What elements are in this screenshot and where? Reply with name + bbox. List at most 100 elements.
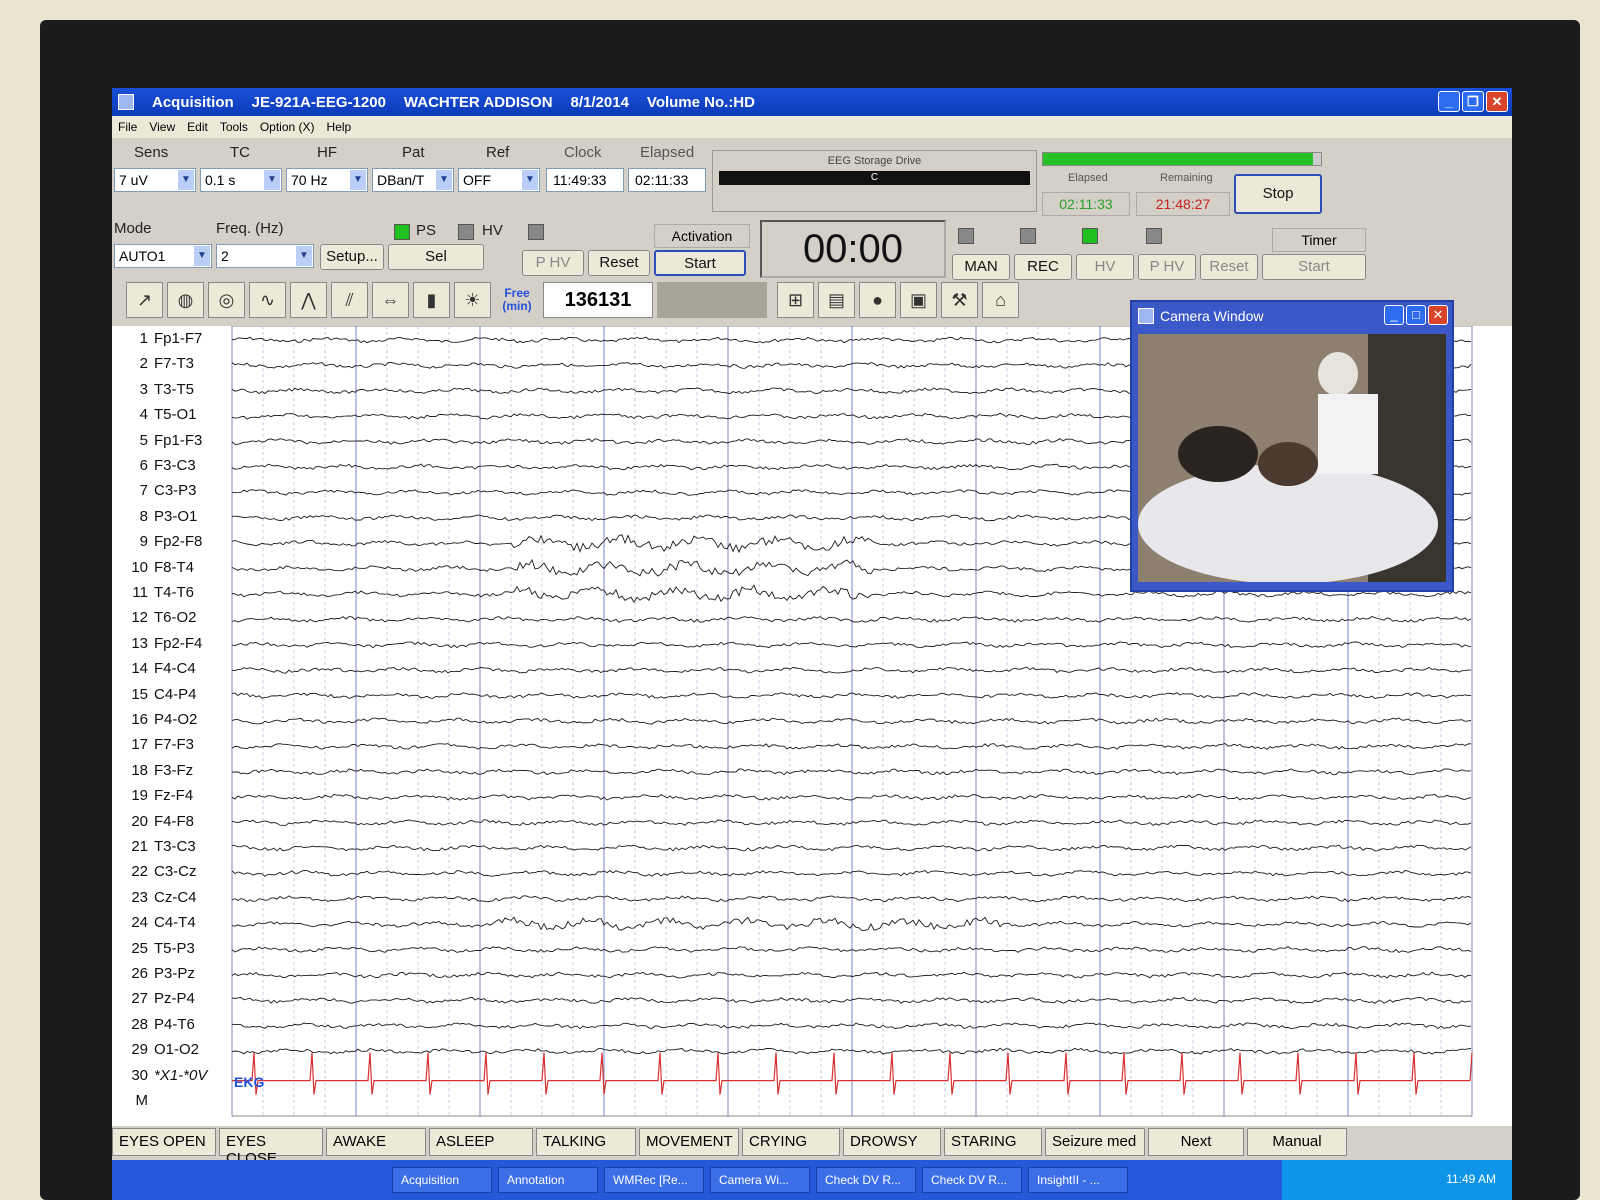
sel-button[interactable]: Sel bbox=[388, 244, 484, 270]
reset-button[interactable]: Reset bbox=[588, 250, 650, 276]
channel-name: F7-F3 bbox=[154, 736, 195, 754]
ref-select[interactable]: OFF ▼ bbox=[458, 168, 540, 192]
phv-button[interactable]: P HV bbox=[522, 250, 584, 276]
hv-checkbox[interactable] bbox=[458, 224, 474, 240]
video-icon[interactable]: ▣ bbox=[900, 282, 937, 318]
channel-number: 27 bbox=[131, 990, 148, 1008]
timer-display: 00:00 bbox=[760, 220, 946, 278]
menu-option[interactable]: Option (X) bbox=[260, 120, 315, 134]
calibrate-icon[interactable]: ⫽ bbox=[331, 282, 368, 318]
event-eyes-close[interactable]: EYES CLOSE bbox=[219, 1128, 323, 1167]
storage-elapsed-value: 02:11:33 bbox=[1042, 192, 1130, 216]
minimize-icon[interactable]: _ bbox=[1438, 91, 1460, 112]
event-eyes-open[interactable]: EYES OPEN bbox=[112, 1128, 216, 1156]
ps-checkbox[interactable] bbox=[394, 224, 410, 240]
activation-label: Activation bbox=[654, 224, 750, 248]
next-button[interactable]: Next bbox=[1148, 1128, 1244, 1156]
ref-label: Ref bbox=[486, 144, 510, 161]
close-icon[interactable]: ✕ bbox=[1486, 91, 1508, 112]
mode-select[interactable]: AUTO1 ▼ bbox=[114, 244, 212, 268]
stop-button[interactable]: Stop bbox=[1234, 174, 1322, 214]
restore-icon[interactable]: ❐ bbox=[1462, 91, 1484, 112]
pat-select[interactable]: DBan/T ▼ bbox=[372, 168, 454, 192]
storage-label: EEG Storage Drive bbox=[827, 155, 922, 167]
event-drowsy[interactable]: DROWSY bbox=[843, 1128, 941, 1156]
waveform-icon[interactable]: ∿ bbox=[249, 282, 286, 318]
head-icon[interactable]: ◎ bbox=[208, 282, 245, 318]
timer-checkbox-1[interactable] bbox=[958, 228, 974, 244]
topomap-icon[interactable]: ● bbox=[859, 282, 896, 318]
channel-number: 25 bbox=[131, 939, 148, 957]
event-seizure-med[interactable]: Seizure med bbox=[1045, 1128, 1145, 1156]
event-awake[interactable]: AWAKE bbox=[326, 1128, 426, 1156]
electrode-map-icon[interactable]: ◍ bbox=[167, 282, 204, 318]
menu-view[interactable]: View bbox=[149, 120, 175, 134]
patient-icon[interactable]: ▮ bbox=[413, 282, 450, 318]
channel-number: 30 bbox=[131, 1066, 148, 1084]
timer-reset-button[interactable]: Reset bbox=[1200, 254, 1258, 280]
maximize-icon[interactable]: □ bbox=[1406, 305, 1426, 325]
storage-panel: EEG Storage Drive C bbox=[712, 150, 1037, 212]
chevron-down-icon: ▼ bbox=[194, 246, 210, 266]
rec-button[interactable]: REC bbox=[1014, 254, 1072, 280]
channel-number: 24 bbox=[131, 914, 148, 932]
menu-bar: File View Edit Tools Option (X) Help bbox=[112, 116, 1512, 138]
timer-checkbox-3[interactable] bbox=[1082, 228, 1098, 244]
event-staring[interactable]: STARING bbox=[944, 1128, 1042, 1156]
hv-label: HV bbox=[482, 222, 503, 239]
camera-window[interactable]: Camera Window _ □ ✕ bbox=[1130, 300, 1454, 592]
sens-select[interactable]: 7 uV ▼ bbox=[114, 168, 196, 192]
freq-select[interactable]: 2 ▼ bbox=[216, 244, 314, 268]
task-acquisition[interactable]: Acquisition bbox=[392, 1167, 492, 1193]
exit-icon[interactable]: ⌂ bbox=[982, 282, 1019, 318]
chart-icon[interactable]: ⊞ bbox=[777, 282, 814, 318]
fit-icon[interactable]: ⇔ bbox=[372, 282, 409, 318]
event-crying[interactable]: CRYING bbox=[742, 1128, 840, 1156]
menu-edit[interactable]: Edit bbox=[187, 120, 208, 134]
progress-fill bbox=[1043, 153, 1313, 165]
tools-icon[interactable]: ⚒ bbox=[941, 282, 978, 318]
man-button[interactable]: MAN bbox=[952, 254, 1010, 280]
task-check-dv-2[interactable]: Check DV R... bbox=[922, 1167, 1022, 1193]
tray-clock: 11:49 AM bbox=[1446, 1172, 1496, 1186]
event-movement[interactable]: MOVEMENT bbox=[639, 1128, 739, 1156]
clock-label: Clock bbox=[564, 144, 602, 161]
manual-button[interactable]: Manual bbox=[1247, 1128, 1347, 1156]
timer-checkbox-2[interactable] bbox=[1020, 228, 1036, 244]
menu-tools[interactable]: Tools bbox=[220, 120, 248, 134]
menu-file[interactable]: File bbox=[118, 120, 137, 134]
montage-icon[interactable]: ↗ bbox=[126, 282, 163, 318]
channel-number: 4 bbox=[139, 406, 148, 424]
task-annotation[interactable]: Annotation bbox=[498, 1167, 598, 1193]
menu-help[interactable]: Help bbox=[327, 120, 352, 134]
extra-checkbox[interactable] bbox=[528, 224, 544, 240]
event-asleep[interactable]: ASLEEP bbox=[429, 1128, 533, 1156]
timer-checkbox-4[interactable] bbox=[1146, 228, 1162, 244]
event-talking[interactable]: TALKING bbox=[536, 1128, 636, 1156]
task-insight[interactable]: InsightII - ... bbox=[1028, 1167, 1128, 1193]
hf-select[interactable]: 70 Hz ▼ bbox=[286, 168, 368, 192]
close-icon[interactable]: ✕ bbox=[1428, 305, 1448, 325]
tc-select[interactable]: 0.1 s ▼ bbox=[200, 168, 282, 192]
task-camera[interactable]: Camera Wi... bbox=[710, 1167, 810, 1193]
report-icon[interactable]: ▤ bbox=[818, 282, 855, 318]
photic-icon[interactable]: ☀ bbox=[454, 282, 491, 318]
start-button[interactable]: Start bbox=[654, 250, 746, 276]
timer-phv-button[interactable]: P HV bbox=[1138, 254, 1196, 280]
ekg-label: EKG bbox=[234, 1074, 265, 1090]
channel-label: 29 O1-O2 bbox=[118, 1041, 199, 1058]
setup-button[interactable]: Setup... bbox=[320, 244, 384, 270]
task-check-dv-1[interactable]: Check DV R... bbox=[816, 1167, 916, 1193]
channel-label: 28 P4-T6 bbox=[118, 1016, 195, 1033]
spike-icon[interactable]: ⋀ bbox=[290, 282, 327, 318]
channel-name: T6-O2 bbox=[154, 609, 197, 627]
timer-hv-button[interactable]: HV bbox=[1076, 254, 1134, 280]
minimize-icon[interactable]: _ bbox=[1384, 305, 1404, 325]
title-date: 8/1/2014 bbox=[570, 93, 629, 111]
timer-start-button[interactable]: Start bbox=[1262, 254, 1366, 280]
channel-number: 10 bbox=[131, 558, 148, 576]
channel-label: 10 F8-T4 bbox=[118, 559, 194, 576]
channel-number: 28 bbox=[131, 1015, 148, 1033]
channel-name: Pz-P4 bbox=[154, 990, 195, 1008]
task-wmrec[interactable]: WMRec [Re... bbox=[604, 1167, 704, 1193]
